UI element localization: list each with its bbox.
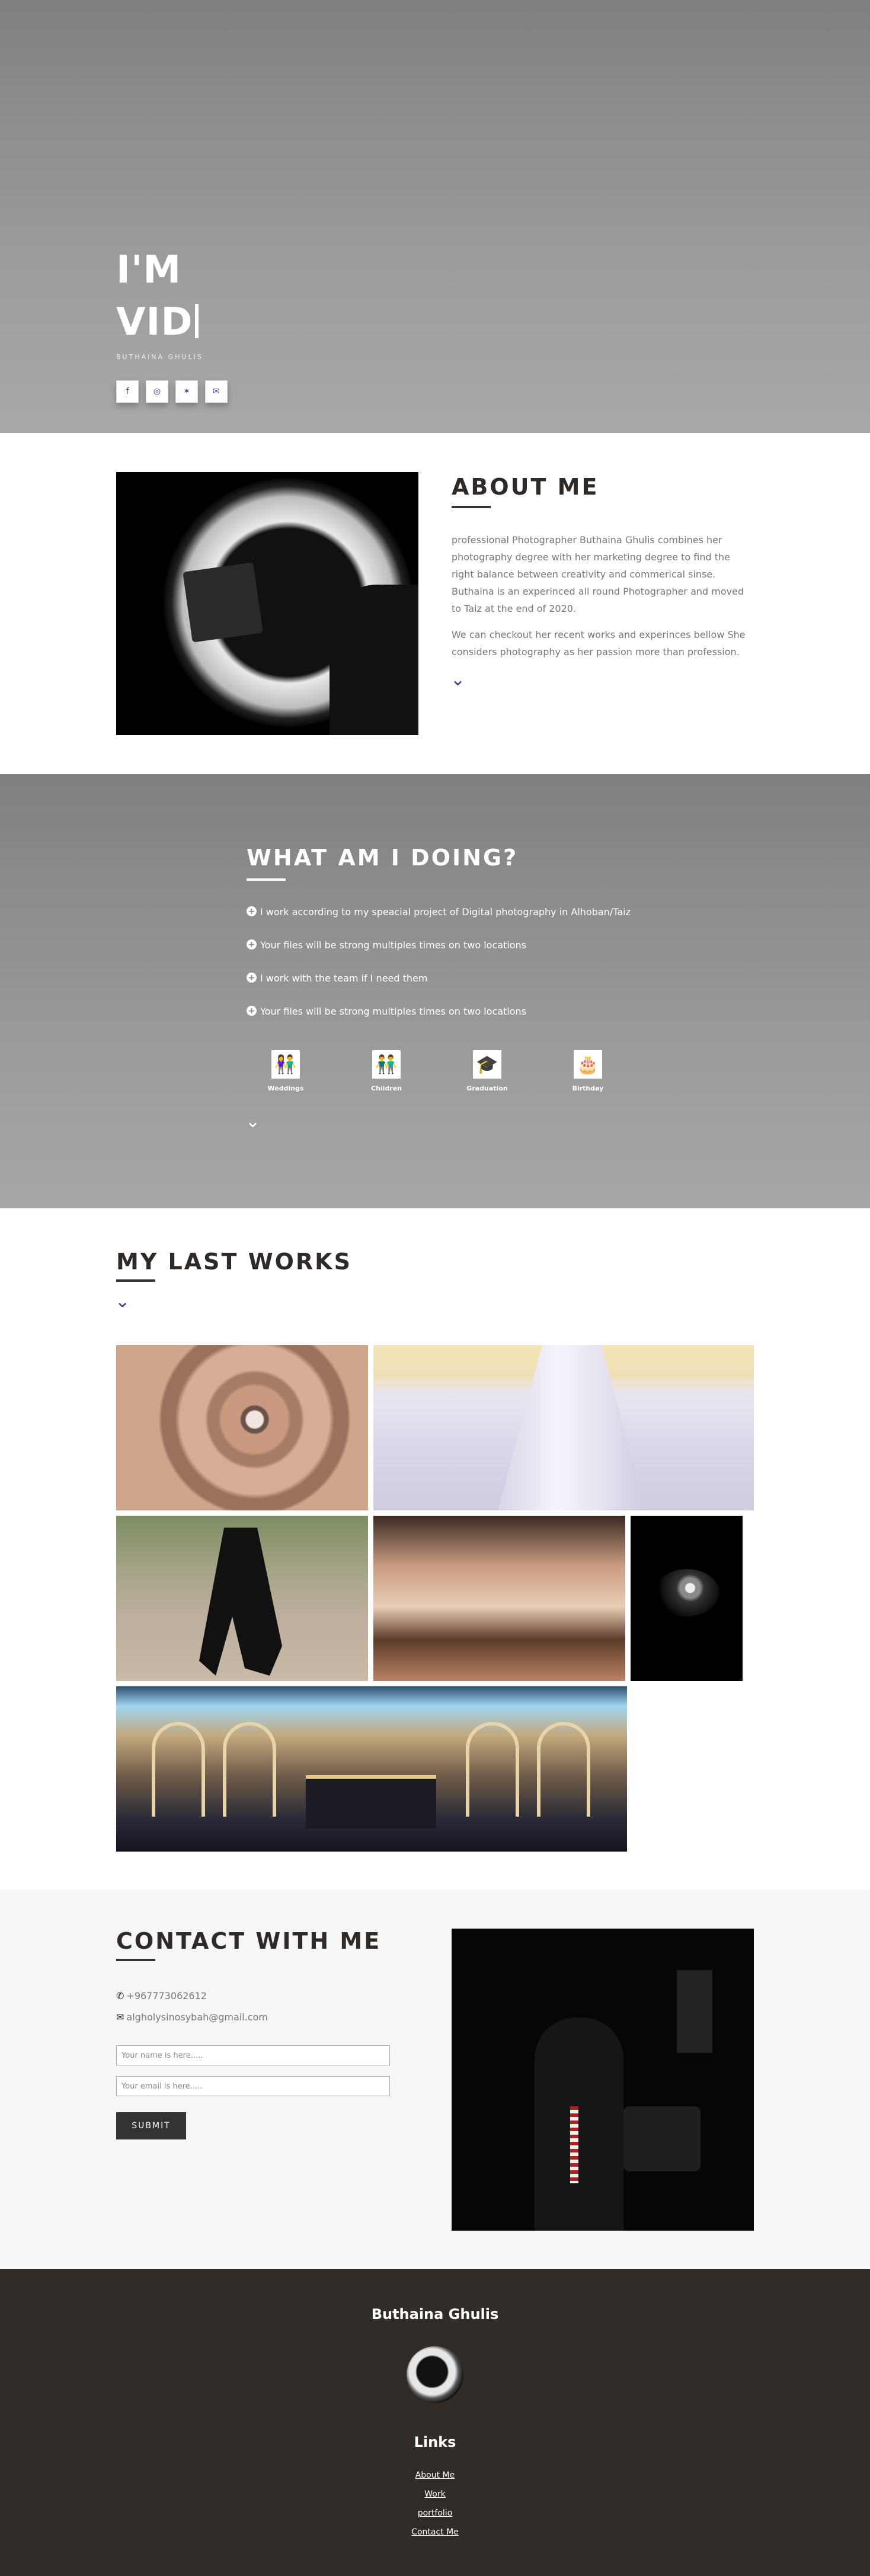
stage-shape bbox=[306, 1775, 436, 1828]
arch-shape bbox=[537, 1722, 590, 1817]
footer-link-about[interactable]: About Me bbox=[0, 2466, 870, 2485]
category-birthday: 🎂 Birthday bbox=[549, 1050, 650, 1092]
about-paragraph-2: We can checkout her recent works and exp… bbox=[452, 629, 746, 657]
service-text: Your files will be strong multiples time… bbox=[260, 1006, 527, 1017]
gallery-photo-hall[interactable] bbox=[373, 1516, 625, 1681]
arch-shape bbox=[152, 1722, 205, 1817]
works-heading-underline bbox=[116, 1279, 155, 1282]
instagram-icon[interactable]: ◎ bbox=[146, 380, 168, 403]
envelope-icon: ✉ bbox=[116, 2012, 124, 2023]
hero-section bbox=[0, 0, 870, 433]
works-heading: MY LAST WORKS bbox=[116, 1249, 352, 1275]
hero-title: I'M VID bbox=[116, 244, 199, 348]
contact-heading-underline bbox=[116, 1959, 155, 1961]
footer-link-portfolio[interactable]: portfolio bbox=[0, 2504, 870, 2523]
services-list: + I work according to my speacial project… bbox=[247, 906, 631, 1039]
service-text: Your files will be strong multiples time… bbox=[260, 939, 527, 951]
graduation-cap-icon: 🎓 bbox=[473, 1050, 501, 1079]
about-heading: ABOUT ME bbox=[452, 474, 599, 500]
about-photo bbox=[116, 472, 418, 735]
service-text: I work according to my speacial project … bbox=[260, 906, 631, 918]
contact-phone: ✆ +967773062612 bbox=[116, 1990, 207, 2001]
arch-shape bbox=[466, 1722, 519, 1817]
gallery-photo-diamond-ring[interactable] bbox=[631, 1516, 743, 1681]
dress-shape bbox=[498, 1345, 646, 1510]
about-heading-underline bbox=[452, 506, 491, 508]
chevron-down-icon[interactable]: ⌄ bbox=[450, 669, 465, 690]
phone-text: +967773062612 bbox=[126, 1990, 207, 2001]
services-heading-underline bbox=[247, 878, 286, 881]
camera-shape bbox=[183, 562, 263, 643]
chevron-down-icon[interactable]: ⌄ bbox=[115, 1291, 130, 1312]
plus-circle-icon: + bbox=[247, 906, 257, 916]
flash-shape bbox=[677, 1970, 712, 2053]
footer-link-work[interactable]: Work bbox=[0, 2485, 870, 2504]
category-children: 👬 Children bbox=[347, 1050, 448, 1092]
footer-link-contact[interactable]: Contact Me bbox=[0, 2523, 870, 2542]
plus-circle-icon: + bbox=[247, 939, 257, 949]
footer-name: Buthaina Ghulis bbox=[371, 2306, 499, 2322]
category-label: Graduation bbox=[466, 1085, 508, 1092]
photographer-silhouette bbox=[330, 585, 418, 735]
contact-email: ✉ algholysinosybah@gmail.com bbox=[116, 2012, 268, 2023]
category-label: Weddings bbox=[267, 1085, 304, 1092]
submit-button[interactable]: SUBMIT bbox=[116, 2112, 186, 2139]
email-text: algholysinosybah@gmail.com bbox=[126, 2012, 268, 2023]
category-weddings: 👫 Weddings bbox=[247, 1050, 347, 1092]
typing-cursor bbox=[195, 304, 199, 338]
arch-shape bbox=[223, 1722, 276, 1817]
contact-photo bbox=[452, 1929, 754, 2231]
photographer-figure bbox=[535, 2017, 623, 2231]
plus-circle-icon: + bbox=[247, 1006, 257, 1016]
gallery-photo-ballroom[interactable] bbox=[116, 1686, 627, 1852]
category-graduation: 🎓 Graduation bbox=[448, 1050, 549, 1092]
chevron-down-icon[interactable]: ⌄ bbox=[245, 1111, 260, 1132]
hero-title-line2: VID bbox=[116, 300, 193, 344]
list-item: + Your files will be strong multiples tim… bbox=[247, 1006, 631, 1039]
hero-subtitle: Buthaina Ghulis bbox=[116, 353, 203, 361]
gallery-photo-wedding-dress[interactable] bbox=[373, 1345, 754, 1510]
birthday-cake-icon: 🎂 bbox=[574, 1050, 602, 1079]
gallery-photo-legs[interactable] bbox=[116, 1516, 368, 1681]
service-text: I work with the team if I need them bbox=[260, 973, 428, 984]
camera-strap bbox=[570, 2106, 578, 2183]
phone-icon: ✆ bbox=[116, 1990, 124, 2001]
avatar bbox=[407, 2346, 463, 2403]
wedding-couple-icon: 👫 bbox=[271, 1050, 300, 1079]
service-categories: 👫 Weddings 👬 Children 🎓 Graduation 🎂 Bir… bbox=[247, 1050, 650, 1092]
hero-title-line1: I'M bbox=[116, 248, 182, 292]
category-label: Children bbox=[370, 1085, 402, 1092]
email-input[interactable] bbox=[116, 2076, 390, 2096]
footer-links: About Me Work portfolio Contact Me bbox=[0, 2466, 870, 2542]
ring-shape bbox=[654, 1569, 719, 1616]
list-item: + Your files will be strong multiples tim… bbox=[247, 939, 631, 973]
list-item: + I work according to my speacial project… bbox=[247, 906, 631, 939]
social-links: f ◎ ✶ ✉ bbox=[116, 380, 228, 403]
name-input[interactable] bbox=[116, 2045, 390, 2065]
children-icon: 👬 bbox=[372, 1050, 401, 1079]
list-item: + I work with the team if I need them bbox=[247, 973, 631, 1006]
facebook-icon[interactable]: f bbox=[116, 380, 139, 403]
camera-shape bbox=[623, 2106, 701, 2171]
gallery-photo-pearl-ring[interactable] bbox=[116, 1345, 368, 1510]
category-label: Birthday bbox=[572, 1085, 604, 1092]
plus-circle-icon: + bbox=[247, 973, 257, 983]
legs-shape bbox=[199, 1528, 282, 1676]
email-icon[interactable]: ✉ bbox=[205, 380, 228, 403]
footer-links-heading: Links bbox=[414, 2434, 456, 2450]
contact-heading: CONTACT WITH ME bbox=[116, 1928, 382, 1954]
twitter-icon[interactable]: ✶ bbox=[175, 380, 198, 403]
about-paragraph-1: professional Photographer Buthaina Ghuli… bbox=[452, 534, 744, 614]
services-heading: WHAT AM I DOING? bbox=[247, 845, 519, 871]
